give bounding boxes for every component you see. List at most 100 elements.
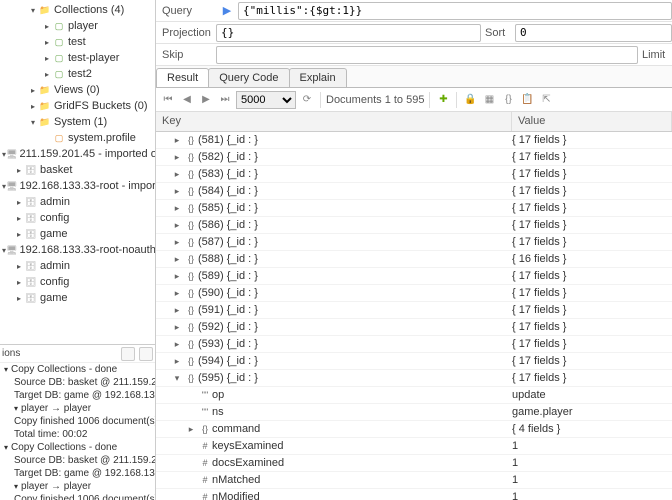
result-grid[interactable]: Key Value ▸{}(581) {_id : }{ 17 fields }… bbox=[156, 112, 672, 500]
ops-pencil-icon[interactable] bbox=[121, 347, 135, 361]
expand-icon[interactable]: ▸ bbox=[170, 288, 184, 299]
grid-icon[interactable]: ▦ bbox=[481, 92, 497, 108]
projection-input[interactable] bbox=[216, 24, 481, 42]
expand-icon[interactable]: ▸ bbox=[170, 339, 184, 350]
connections-tree[interactable]: ▾📁Collections (4)▸▢player▸▢test▸▢test-pl… bbox=[0, 0, 155, 345]
tab-result[interactable]: Result bbox=[156, 68, 209, 87]
tree-item[interactable]: ▸🗄admin bbox=[0, 194, 155, 210]
log-header[interactable]: ▾Copy Collections - done bbox=[0, 441, 155, 454]
table-row[interactable]: ▸{}(589) {_id : }{ 17 fields } bbox=[156, 268, 672, 285]
tree-item[interactable]: ▸📁Views (0) bbox=[0, 82, 155, 98]
row-key: command bbox=[212, 423, 260, 435]
tree-item[interactable]: ▸▢test bbox=[0, 34, 155, 50]
table-row[interactable]: ▸{}(593) {_id : }{ 17 fields } bbox=[156, 336, 672, 353]
expand-icon[interactable]: ▾ bbox=[170, 373, 184, 384]
page-size-select[interactable]: 5000 bbox=[236, 91, 296, 109]
log-line: Source DB: basket @ 211.159.201.45 bbox=[0, 454, 155, 467]
table-row[interactable]: ▸{}(582) {_id : }{ 17 fields } bbox=[156, 149, 672, 166]
table-row[interactable]: ▸{}(581) {_id : }{ 17 fields } bbox=[156, 132, 672, 149]
operations-title: ions bbox=[2, 348, 121, 359]
tree-item[interactable]: ▸▢test-player bbox=[0, 50, 155, 66]
table-row[interactable]: ▸{}(594) {_id : }{ 17 fields } bbox=[156, 353, 672, 370]
type-icon: {} bbox=[184, 356, 198, 366]
row-value: { 17 fields } bbox=[512, 236, 672, 248]
expand-icon[interactable]: ▸ bbox=[184, 424, 198, 435]
expand-icon[interactable]: ▸ bbox=[170, 186, 184, 197]
tree-item[interactable]: ▸🗄basket bbox=[0, 162, 155, 178]
expand-icon[interactable]: ▸ bbox=[170, 356, 184, 367]
tree-item[interactable]: ▸🗄config bbox=[0, 274, 155, 290]
expand-icon[interactable]: ▸ bbox=[170, 152, 184, 163]
add-icon[interactable]: ✚ bbox=[435, 92, 451, 108]
json-icon[interactable]: {} bbox=[500, 92, 516, 108]
table-row[interactable]: ▸{}(583) {_id : }{ 17 fields } bbox=[156, 166, 672, 183]
tab-querycode[interactable]: Query Code bbox=[208, 68, 289, 87]
play-icon[interactable]: ▶ bbox=[219, 3, 235, 19]
expand-icon[interactable]: ▸ bbox=[170, 322, 184, 333]
tree-item[interactable]: ▸🗄game bbox=[0, 226, 155, 242]
row-value: { 4 fields } bbox=[512, 423, 672, 435]
expand-icon[interactable]: ▸ bbox=[170, 305, 184, 316]
lock-icon[interactable]: 🔒 bbox=[462, 92, 478, 108]
expand-icon[interactable]: ▸ bbox=[170, 271, 184, 282]
log-header[interactable]: ▾Copy Collections - done bbox=[0, 363, 155, 376]
expand-icon[interactable]: ▸ bbox=[170, 254, 184, 265]
expand-icon[interactable]: ▸ bbox=[170, 203, 184, 214]
table-row[interactable]: ▸{}(590) {_id : }{ 17 fields } bbox=[156, 285, 672, 302]
table-row[interactable]: ▸{}(591) {_id : }{ 17 fields } bbox=[156, 302, 672, 319]
tree-item[interactable]: ▾🖥192.168.133.33-root - imported on 2019… bbox=[0, 178, 155, 194]
tree-item[interactable]: ▾📁Collections (4) bbox=[0, 2, 155, 18]
tree-item[interactable]: ▸▢test2 bbox=[0, 66, 155, 82]
expand-icon[interactable]: ▸ bbox=[170, 135, 184, 146]
col-key[interactable]: Key bbox=[156, 112, 512, 131]
table-row[interactable]: #nMatched1 bbox=[156, 472, 672, 489]
col-value[interactable]: Value bbox=[512, 112, 672, 131]
folder-icon: 📁 bbox=[38, 3, 52, 17]
tree-item[interactable]: ▸🗄config bbox=[0, 210, 155, 226]
table-row[interactable]: ▸{}(586) {_id : }{ 17 fields } bbox=[156, 217, 672, 234]
tree-item[interactable]: ▸🗄game bbox=[0, 290, 155, 306]
clipboard-icon[interactable]: 📋 bbox=[519, 92, 535, 108]
export-icon[interactable]: ⇱ bbox=[538, 92, 554, 108]
result-toolbar: ⏮ ◀ ▶ ⏭ 5000 ⟳ Documents 1 to 595 ✚ 🔒 ▦ … bbox=[156, 88, 672, 112]
first-page-icon[interactable]: ⏮ bbox=[160, 92, 176, 108]
prev-page-icon[interactable]: ◀ bbox=[179, 92, 195, 108]
table-row[interactable]: ▸{}(587) {_id : }{ 17 fields } bbox=[156, 234, 672, 251]
tab-explain[interactable]: Explain bbox=[289, 68, 347, 87]
expand-icon[interactable]: ▸ bbox=[170, 237, 184, 248]
row-key: (585) {_id : } bbox=[198, 202, 258, 214]
host-icon: 🖥 bbox=[6, 179, 17, 193]
table-row[interactable]: ▸{}(585) {_id : }{ 17 fields } bbox=[156, 200, 672, 217]
table-row[interactable]: #docsExamined1 bbox=[156, 455, 672, 472]
table-row[interactable]: ▸{}(592) {_id : }{ 17 fields } bbox=[156, 319, 672, 336]
tree-item[interactable]: ▸📁GridFS Buckets (0) bbox=[0, 98, 155, 114]
refresh-icon[interactable]: ⟳ bbox=[299, 92, 315, 108]
table-row[interactable]: ▾{}(595) {_id : }{ 17 fields } bbox=[156, 370, 672, 387]
sort-input[interactable] bbox=[515, 24, 672, 42]
expand-icon[interactable]: ▸ bbox=[170, 220, 184, 231]
ops-delete-icon[interactable] bbox=[139, 347, 153, 361]
expand-icon[interactable]: ▸ bbox=[170, 169, 184, 180]
query-input[interactable] bbox=[238, 2, 672, 20]
table-row[interactable]: ▸{}command{ 4 fields } bbox=[156, 421, 672, 438]
skip-input[interactable] bbox=[216, 46, 638, 64]
tree-item[interactable]: ▾🖥211.159.201.45 - imported on 2019-6-20… bbox=[0, 146, 155, 162]
tree-item[interactable]: ▾📁System (1) bbox=[0, 114, 155, 130]
log-header[interactable]: ▾player → player bbox=[0, 402, 155, 415]
table-row[interactable]: ""opupdate bbox=[156, 387, 672, 404]
table-row[interactable]: ""nsgame.player bbox=[156, 404, 672, 421]
tree-item[interactable]: ▸🗄admin bbox=[0, 258, 155, 274]
next-page-icon[interactable]: ▶ bbox=[198, 92, 214, 108]
table-row[interactable]: ▸{}(584) {_id : }{ 17 fields } bbox=[156, 183, 672, 200]
last-page-icon[interactable]: ⏭ bbox=[217, 92, 233, 108]
row-key: (590) {_id : } bbox=[198, 287, 258, 299]
table-row[interactable]: #nModified1 bbox=[156, 489, 672, 500]
tree-item[interactable]: ▢system.profile bbox=[0, 130, 155, 146]
log-header[interactable]: ▾player → player bbox=[0, 480, 155, 493]
table-row[interactable]: #keysExamined1 bbox=[156, 438, 672, 455]
table-row[interactable]: ▸{}(588) {_id : }{ 16 fields } bbox=[156, 251, 672, 268]
tree-item[interactable]: ▸▢player bbox=[0, 18, 155, 34]
database-icon: 🗄 bbox=[24, 227, 38, 241]
type-icon: {} bbox=[184, 288, 198, 298]
tree-item[interactable]: ▾🖥192.168.133.33-root-noauth [sharded cl… bbox=[0, 242, 155, 258]
